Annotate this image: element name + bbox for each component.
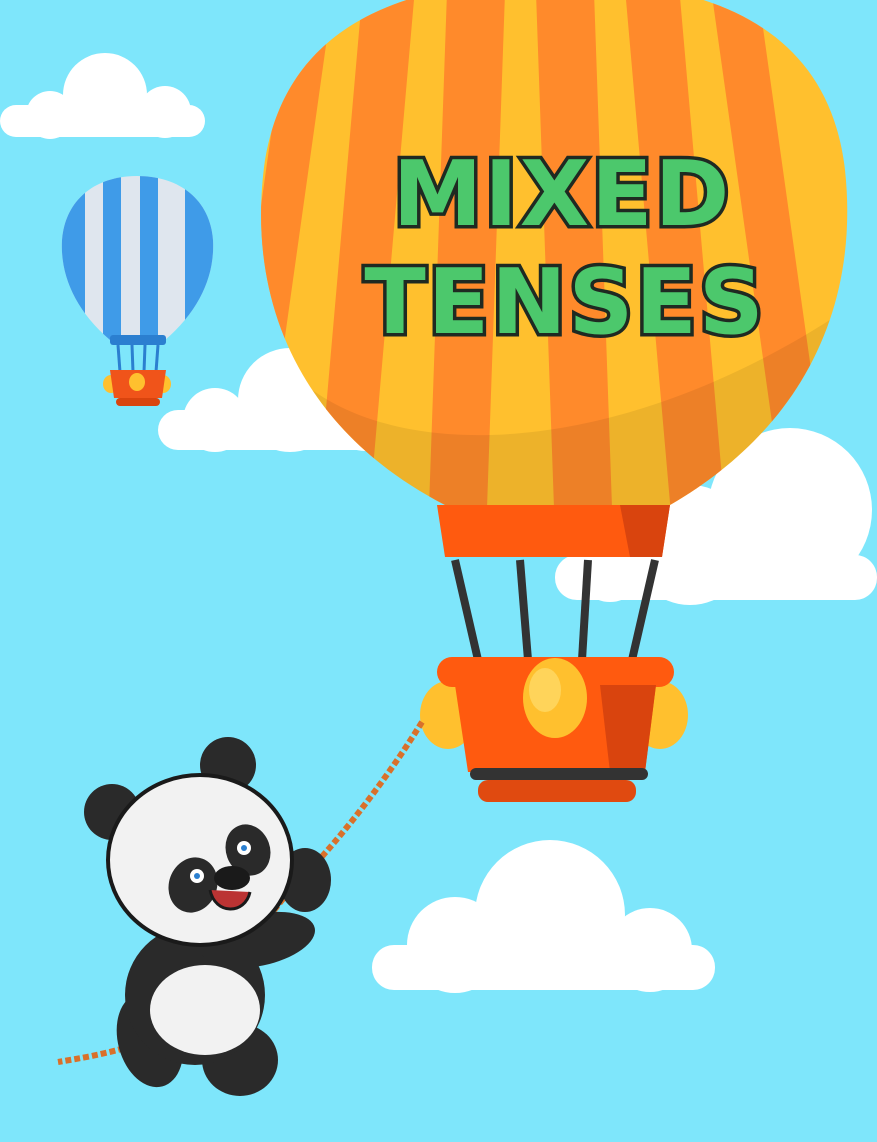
cloud: [0, 53, 205, 139]
panda: [84, 737, 331, 1096]
title-line-1: MIXED: [393, 142, 732, 247]
cover-illustration: MIXED TENSES: [0, 0, 877, 1096]
cloud: [372, 840, 715, 993]
title-line-2: TENSES: [364, 250, 765, 355]
cover-scene: MIXED TENSES: [0, 0, 877, 1142]
small-blue-balloon: [61, 176, 214, 406]
